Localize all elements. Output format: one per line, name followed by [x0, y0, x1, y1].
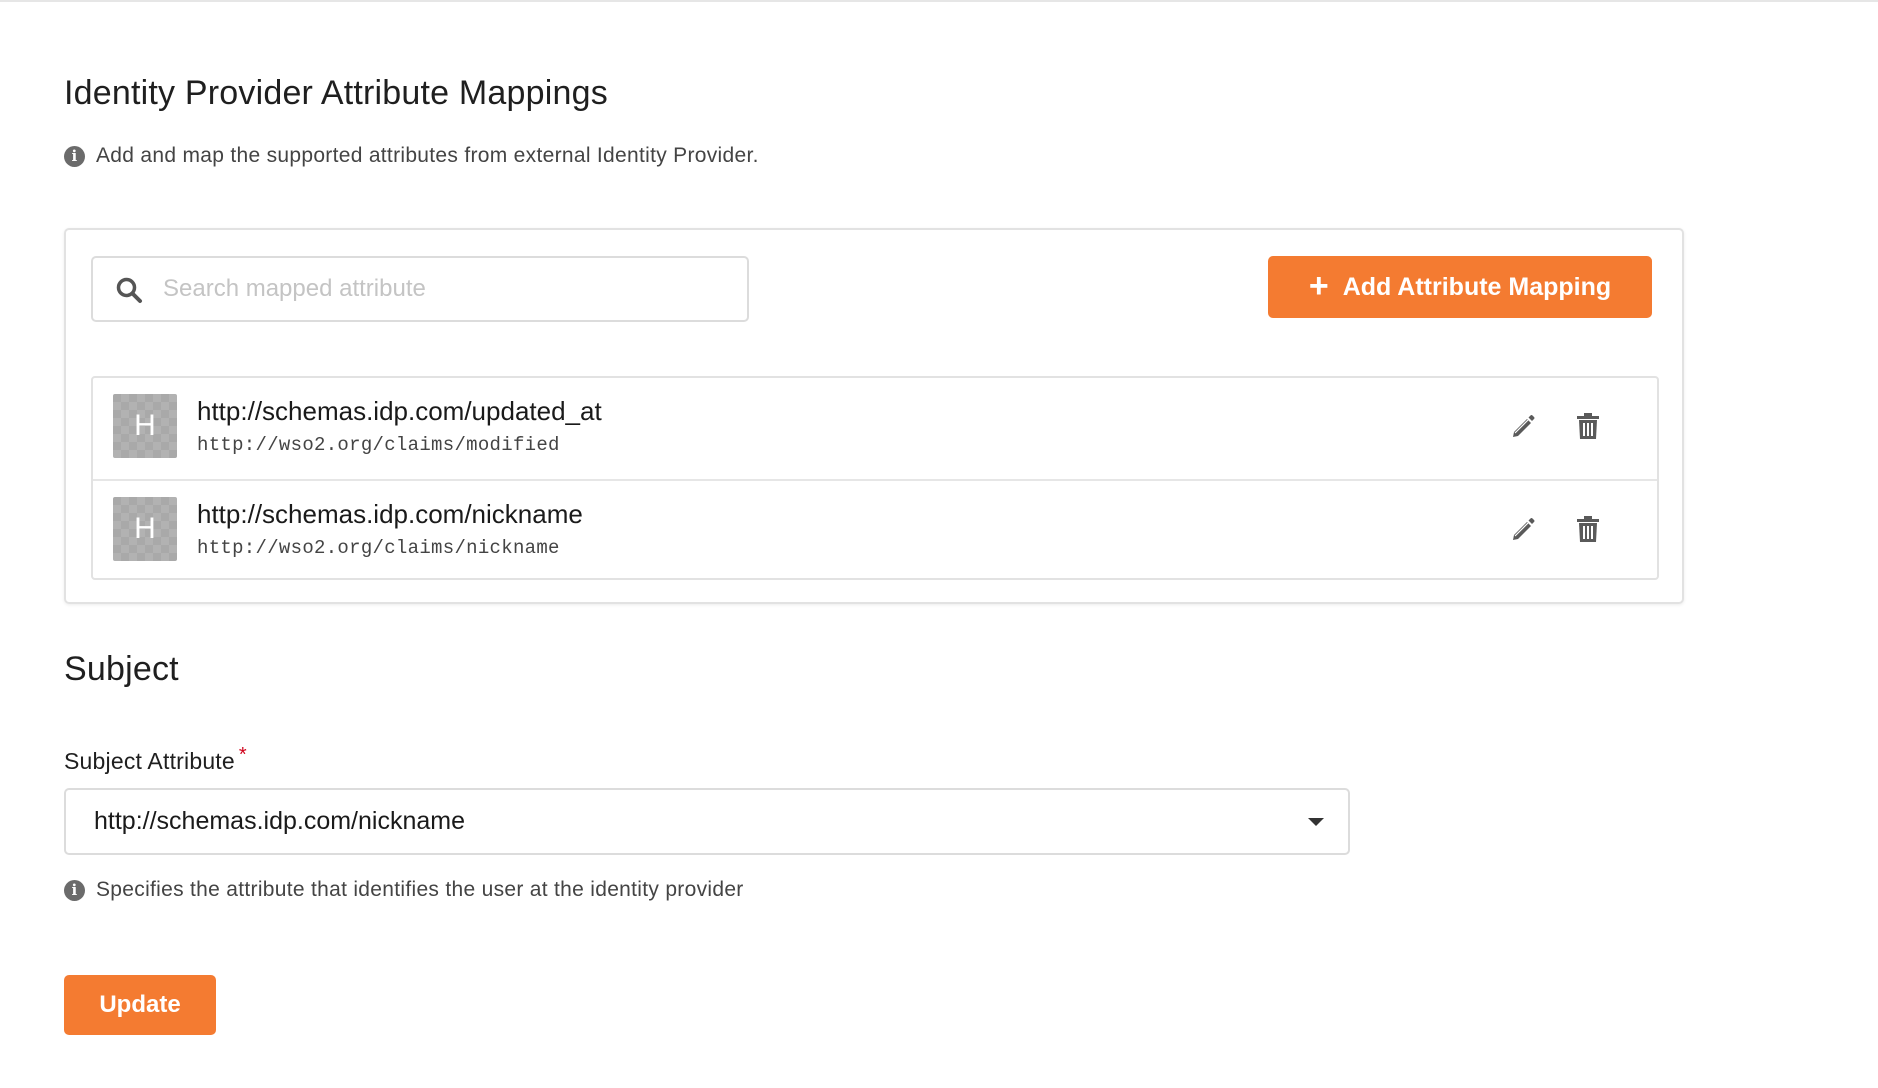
subject-hint-text: Specifies the attribute that identifies …	[96, 878, 744, 901]
update-button[interactable]: Update	[64, 975, 216, 1035]
avatar: H	[113, 394, 177, 458]
caret-down-icon	[1308, 818, 1324, 826]
page: Identity Provider Attribute Mappings i A…	[0, 0, 1878, 1088]
add-attribute-mapping-button[interactable]: + Add Attribute Mapping	[1268, 256, 1652, 318]
plus-icon: +	[1308, 266, 1329, 305]
avatar: H	[113, 497, 177, 561]
edit-button[interactable]	[1507, 513, 1539, 545]
mapping-claim: http://wso2.org/claims/modified	[197, 434, 560, 456]
pencil-icon	[1513, 518, 1535, 540]
list-item: H http://schemas.idp.com/nickname http:/…	[93, 479, 1657, 580]
delete-button[interactable]	[1572, 513, 1604, 545]
search-input[interactable]	[161, 274, 725, 304]
delete-button[interactable]	[1572, 410, 1604, 442]
subject-attribute-select[interactable]: http://schemas.idp.com/nickname	[64, 788, 1350, 855]
subject-hint: i Specifies the attribute that identifie…	[64, 878, 744, 902]
search-box	[91, 256, 749, 322]
list-item: H http://schemas.idp.com/updated_at http…	[93, 378, 1657, 479]
mappings-hint: i Add and map the supported attributes f…	[64, 144, 759, 168]
info-icon: i	[64, 879, 85, 901]
mapping-claim: http://wso2.org/claims/nickname	[197, 537, 560, 559]
subject-attribute-label-text: Subject Attribute	[64, 748, 235, 774]
subject-section-title: Subject	[64, 650, 179, 688]
info-icon: i	[64, 145, 85, 167]
mappings-list: H http://schemas.idp.com/updated_at http…	[91, 376, 1659, 580]
attribute-mappings-card: + Add Attribute Mapping H http://schemas…	[64, 228, 1684, 604]
trash-icon	[1577, 516, 1599, 542]
pencil-icon	[1513, 415, 1535, 437]
mappings-hint-text: Add and map the supported attributes fro…	[96, 144, 759, 167]
mapping-title: http://schemas.idp.com/nickname	[197, 499, 583, 529]
edit-button[interactable]	[1507, 410, 1539, 442]
add-attribute-mapping-label: Add Attribute Mapping	[1342, 272, 1612, 301]
top-divider	[0, 0, 1878, 2]
mapping-title: http://schemas.idp.com/updated_at	[197, 396, 602, 426]
mappings-section-title: Identity Provider Attribute Mappings	[64, 74, 608, 112]
subject-attribute-value: http://schemas.idp.com/nickname	[94, 807, 465, 835]
required-marker: *	[238, 744, 247, 766]
trash-icon	[1577, 413, 1599, 439]
subject-attribute-label: Subject Attribute *	[64, 744, 247, 775]
search-icon	[116, 277, 142, 303]
